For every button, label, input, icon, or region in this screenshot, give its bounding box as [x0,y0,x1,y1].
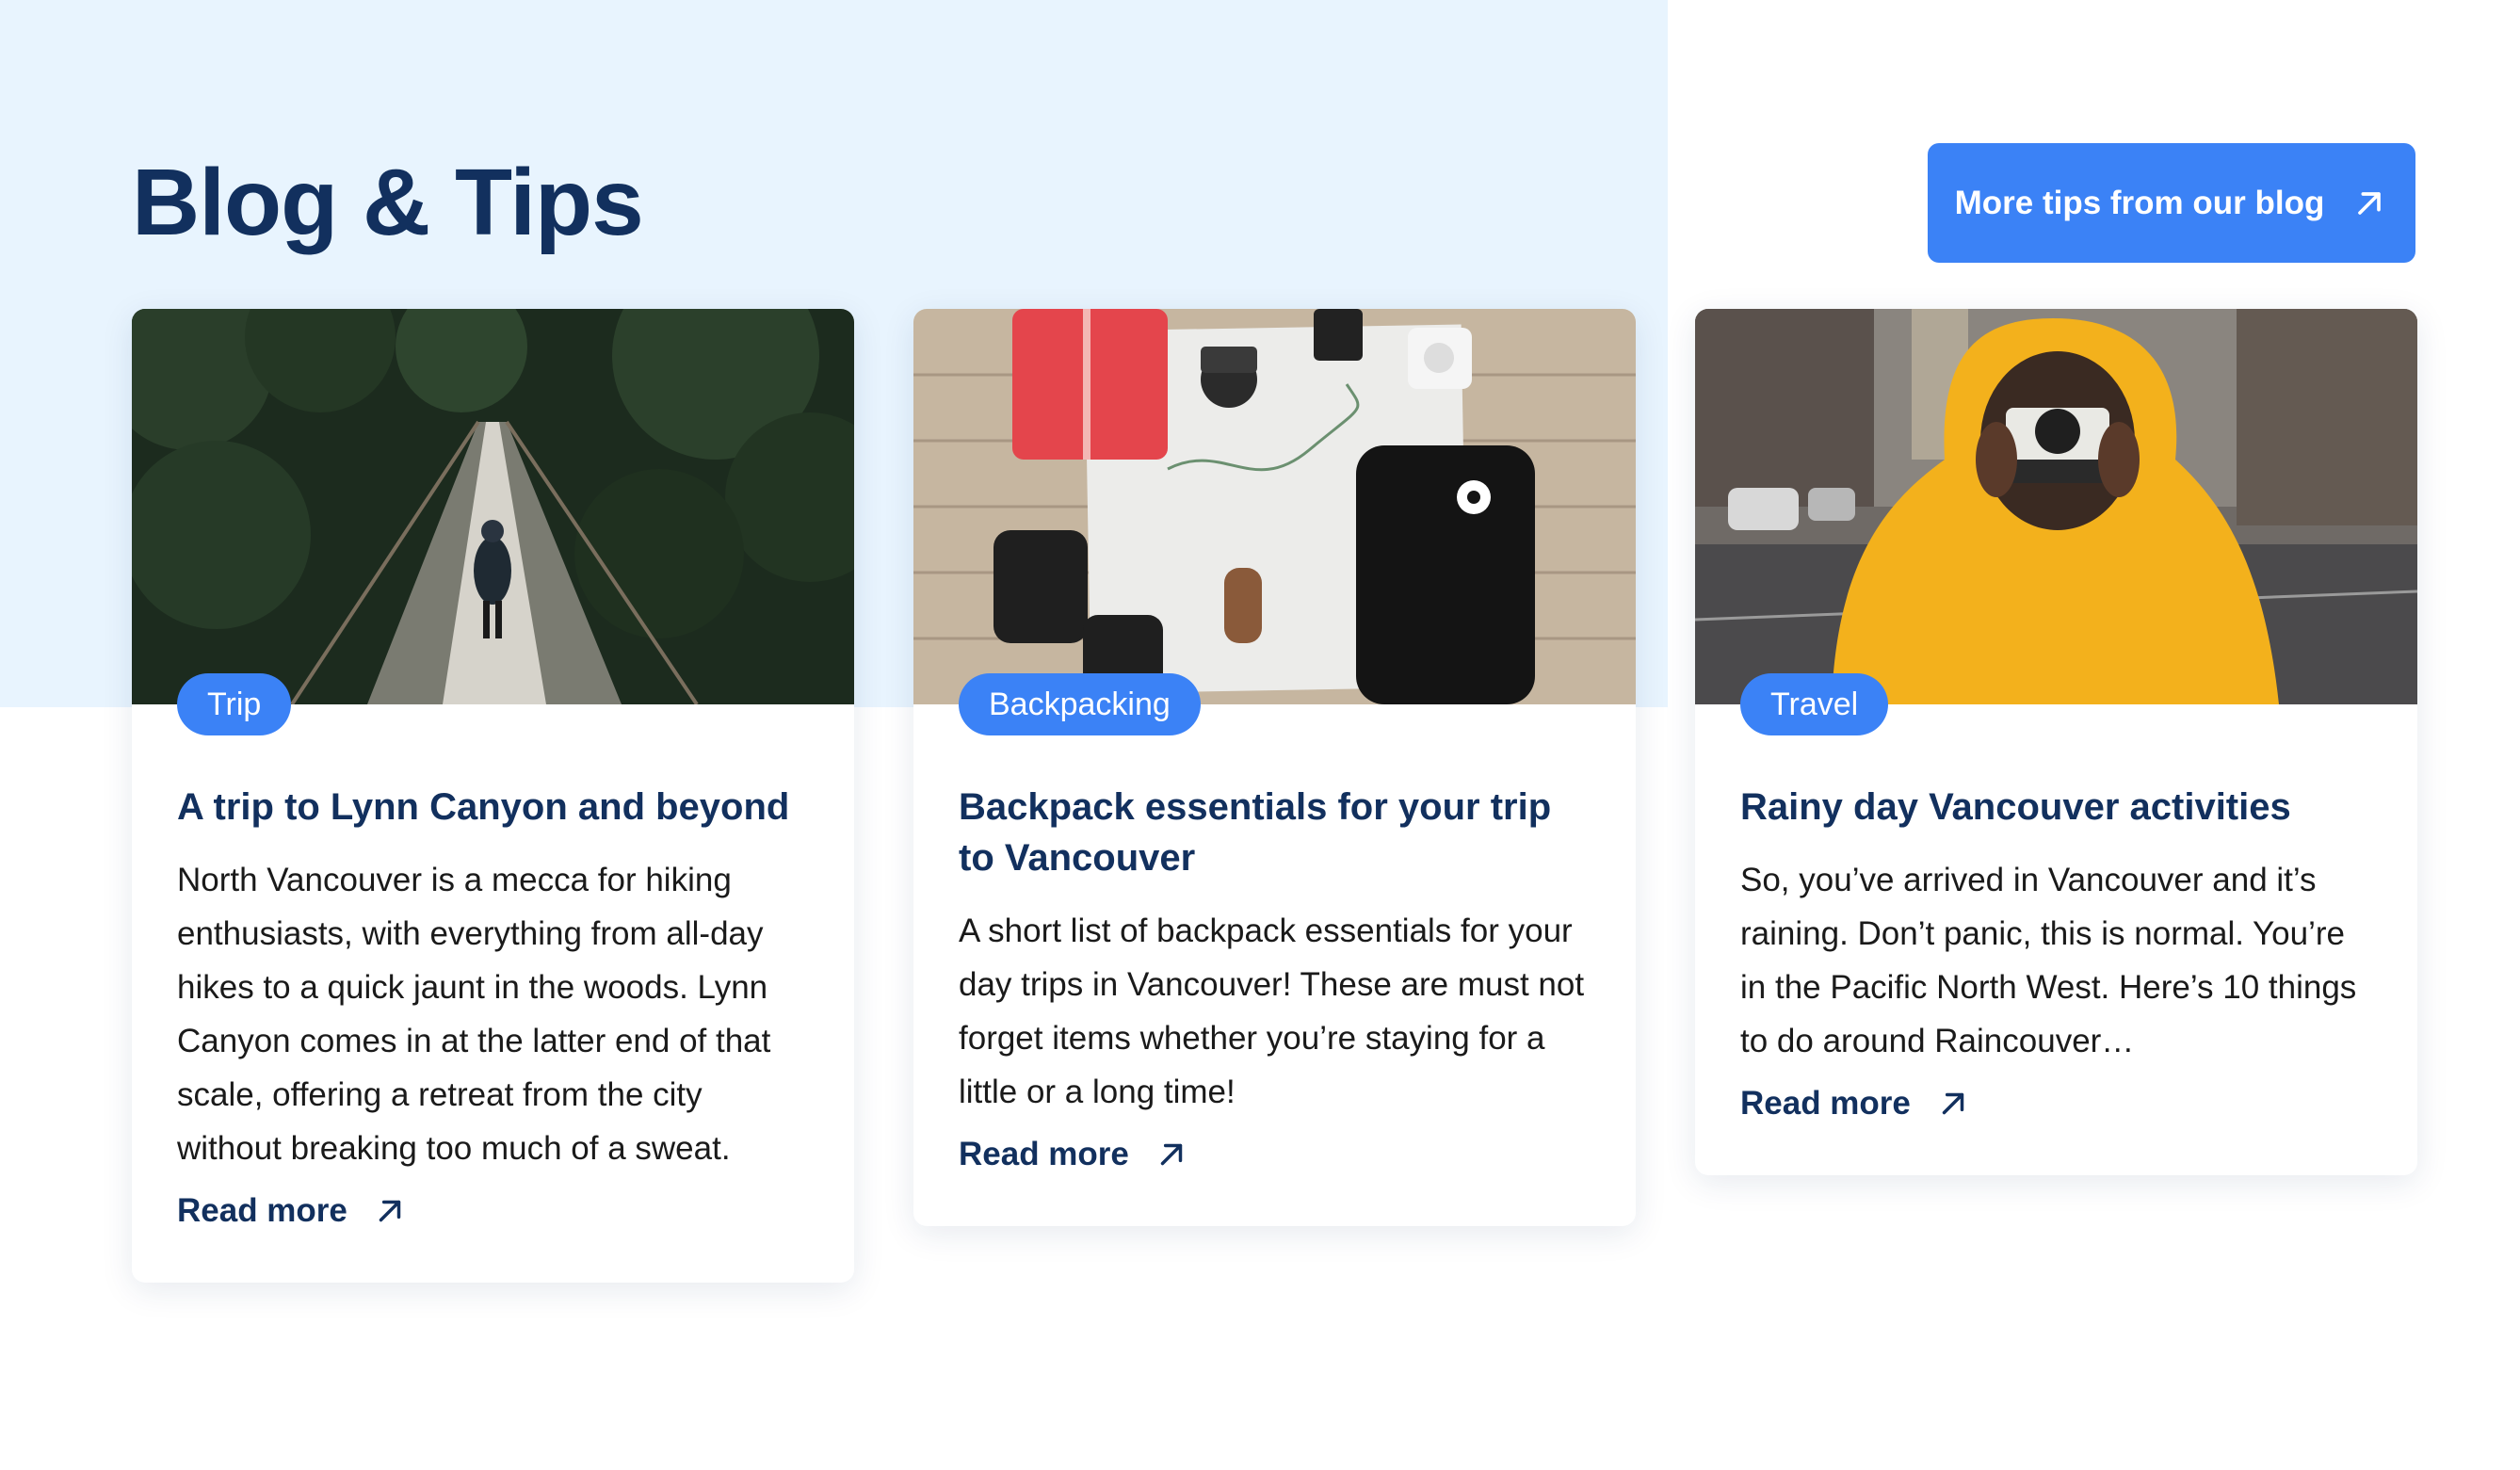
suspension-bridge-photo [132,309,854,704]
card-tag[interactable]: Trip [177,673,292,735]
read-more-label: Read more [1740,1085,1911,1122]
read-more-link[interactable]: Read more [177,1192,408,1230]
card-image-suspension-bridge[interactable] [132,309,854,704]
blog-card-backpack-essentials[interactable]: Backpacking Backpack essentials for your… [913,309,1636,1226]
section-title: Blog & Tips [132,150,644,255]
backpack-flatlay-photo [913,309,1636,704]
card-title[interactable]: A trip to Lynn Canyon and beyond [177,782,809,832]
arrow-up-right-icon [1942,1092,1964,1115]
card-tag[interactable]: Backpacking [959,673,1201,735]
read-more-label: Read more [177,1192,347,1229]
blog-card-rainy-day[interactable]: Travel Rainy day Vancouver activities So… [1695,309,2417,1175]
arrow-up-right-icon [379,1200,401,1222]
card-image-rainy-street[interactable] [1695,309,2417,704]
yellow-raincoat-photographer-photo [1695,309,2417,704]
arrow-up-right-icon [2358,191,2382,215]
more-tips-button[interactable]: More tips from our blog [1928,143,2415,263]
card-image-backpack-flatlay[interactable] [913,309,1636,704]
read-more-link[interactable]: Read more [1740,1085,1971,1123]
more-tips-label: More tips from our blog [1954,184,2325,221]
read-more-link[interactable]: Read more [959,1136,1189,1173]
card-excerpt: So, you’ve arrived in Vancouver and it’s… [1740,862,2357,1059]
card-excerpt: A short list of backpack essentials for … [959,913,1585,1110]
card-excerpt: North Vancouver is a mecca for hiking en… [177,862,771,1167]
card-title[interactable]: Rainy day Vancouver activities [1740,782,2372,832]
card-title[interactable]: Backpack essentials for your trip to Van… [959,782,1591,883]
read-more-label: Read more [959,1136,1129,1172]
card-tag[interactable]: Travel [1740,673,1889,735]
blog-card-lynn-canyon[interactable]: Trip A trip to Lynn Canyon and beyond No… [132,309,854,1283]
arrow-up-right-icon [1160,1143,1183,1166]
